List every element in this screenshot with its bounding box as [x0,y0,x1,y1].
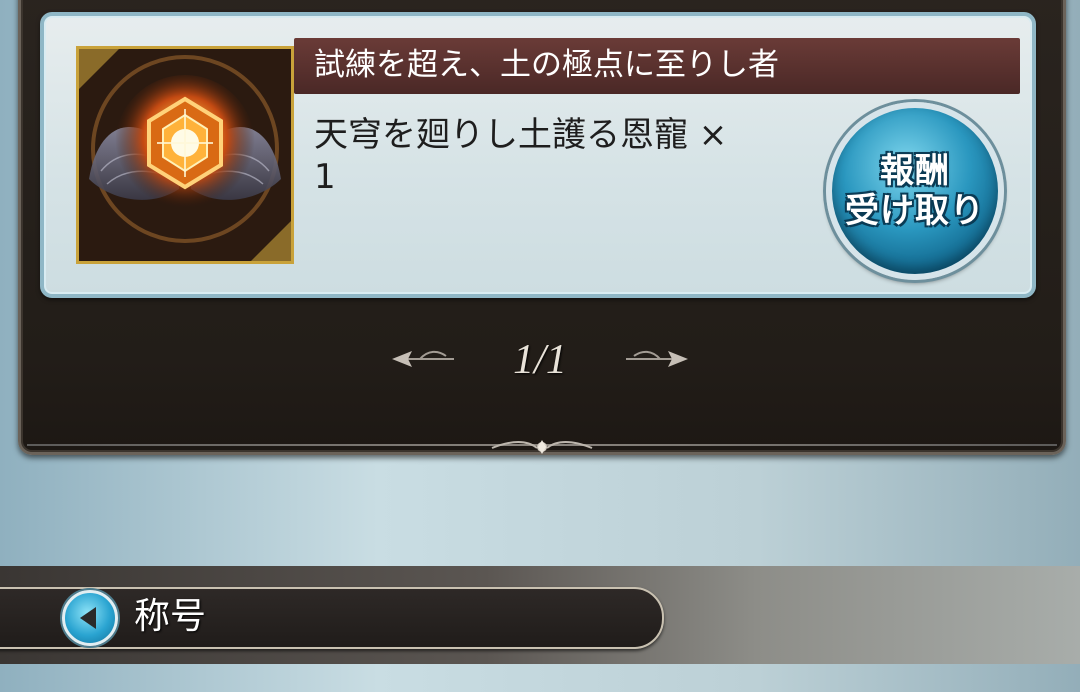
receive-reward-button[interactable]: 報酬 受け取り [826,102,1004,280]
reward-item-thumbnail [76,46,294,264]
reward-title: 試練を超え、土の極点に至りし者 [314,47,779,83]
reward-item-text: 天穹を廻りし土護る恩寵 × 1 [314,114,814,198]
receive-button-line1: 報酬 [880,151,950,191]
reward-item-quantity: 1 [314,157,336,197]
pagination: 1/1 [390,330,690,390]
ornate-right-arrow-icon[interactable] [624,348,690,370]
earth-crystal-wings-icon [79,49,291,261]
panel-ornament-icon [491,440,593,454]
back-arrow-icon[interactable] [62,590,118,646]
receive-button-line2: 受け取り [845,191,985,231]
reward-card: 試練を超え、土の極点に至りし者 天穹を廻りし土護る恩寵 × 1 報酬 受け取り [40,12,1036,298]
section-title: 称号 [134,596,207,637]
reward-item-name: 天穹を廻りし土護る恩寵 × [314,115,728,155]
